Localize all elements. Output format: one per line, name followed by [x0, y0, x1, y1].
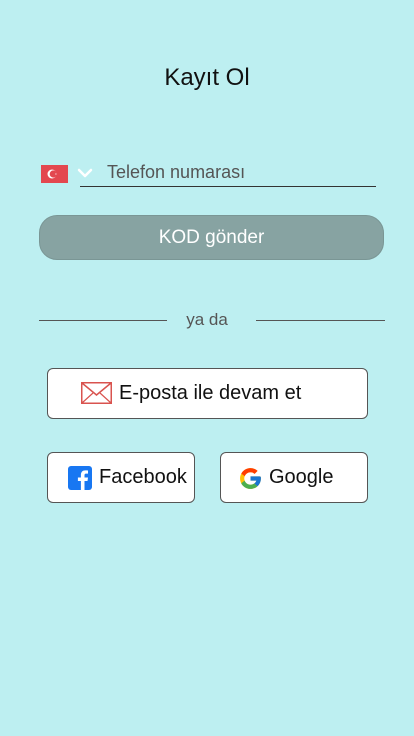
email-button-label: E-posta ile devam et — [119, 382, 302, 404]
google-login-button[interactable]: Google — [220, 452, 368, 503]
google-icon — [238, 466, 263, 497]
page-title: Kayıt Ol — [164, 64, 250, 91]
email-continue-button[interactable]: E-posta ile devam et — [47, 368, 368, 419]
divider-line-left — [39, 320, 167, 321]
divider-line-right — [256, 320, 385, 321]
facebook-icon — [68, 466, 92, 496]
facebook-button-label: Facebook — [99, 466, 187, 488]
send-code-button[interactable]: KOD gönder — [39, 215, 384, 260]
phone-number-input[interactable] — [105, 158, 369, 186]
phone-field — [80, 156, 376, 187]
google-button-label: Google — [269, 466, 334, 488]
facebook-login-button[interactable]: Facebook — [47, 452, 195, 503]
email-icon — [81, 382, 112, 410]
phone-input-row — [40, 156, 376, 188]
divider-text: ya da — [186, 310, 228, 329]
turkey-flag-icon[interactable] — [41, 165, 68, 183]
